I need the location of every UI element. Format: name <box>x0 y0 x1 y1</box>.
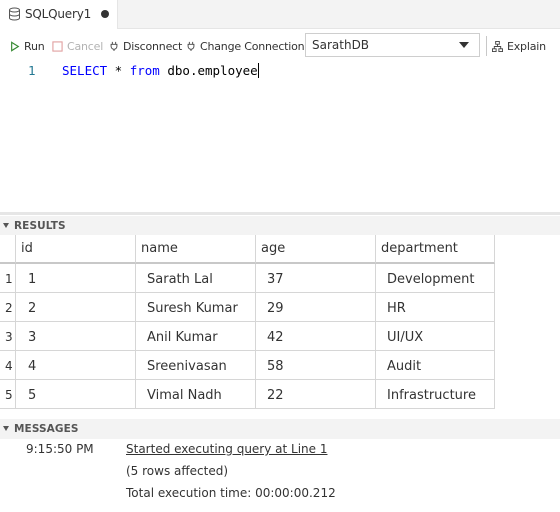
table-cell-age[interactable]: 42 <box>256 322 376 351</box>
table-cell-id[interactable]: 4 <box>16 351 136 380</box>
pane-splitter[interactable] <box>0 212 560 215</box>
database-file-icon <box>9 7 20 21</box>
row-number[interactable]: 2 <box>0 293 16 322</box>
code-star: * <box>107 63 130 78</box>
connection-dropdown[interactable]: SarathDB <box>305 33 480 57</box>
message-timestamp: 9:15:50 PM <box>26 442 94 456</box>
unsaved-dot-icon[interactable] <box>101 10 109 18</box>
messages-title: MESSAGES <box>14 423 79 435</box>
row-number[interactable]: 3 <box>0 322 16 351</box>
tab-title: SQLQuery1 <box>25 7 92 21</box>
chevron-down-icon <box>459 42 469 48</box>
change-connection-label: Change Connection <box>200 39 305 53</box>
text-cursor <box>257 63 260 78</box>
stop-icon <box>52 40 63 52</box>
table-cell-age[interactable]: 58 <box>256 351 376 380</box>
table-cell-age[interactable]: 37 <box>256 264 376 293</box>
table-cell-department[interactable]: Audit <box>376 351 495 380</box>
collapse-caret-icon <box>3 223 9 228</box>
code-line[interactable]: SELECT * from dbo.employee <box>62 63 260 78</box>
results-header[interactable]: RESULTS <box>0 216 560 236</box>
row-number[interactable]: 1 <box>0 264 16 293</box>
message-rows-affected: (5 rows affected) <box>126 464 229 478</box>
column-header-department[interactable]: department <box>376 235 495 264</box>
run-label: Run <box>24 39 45 53</box>
row-number[interactable]: 4 <box>0 351 16 380</box>
keyword-from: from <box>129 63 160 78</box>
table-cell-id[interactable]: 2 <box>16 293 136 322</box>
explain-button[interactable]: Explain <box>492 38 546 54</box>
row-number[interactable]: 5 <box>0 380 16 409</box>
toolbar-separator <box>486 36 487 56</box>
cancel-label: Cancel <box>67 39 104 53</box>
plug-connection-icon <box>187 41 195 51</box>
disconnect-label: Disconnect <box>123 39 183 53</box>
table-cell-name[interactable]: Vimal Nadh <box>136 380 256 409</box>
play-icon <box>11 40 20 52</box>
table-cell-department[interactable]: UI/UX <box>376 322 495 351</box>
keyword-select: SELECT <box>62 63 108 78</box>
column-header-age[interactable]: age <box>256 235 376 264</box>
table-cell-id[interactable]: 1 <box>16 264 136 293</box>
table-cell-id[interactable]: 3 <box>16 322 136 351</box>
tab-sqlquery1[interactable]: SQLQuery1 <box>0 0 118 29</box>
explain-label: Explain <box>507 39 546 53</box>
run-button[interactable]: Run <box>10 38 45 54</box>
table-cell-name[interactable]: Suresh Kumar <box>136 293 256 322</box>
table-cell-age[interactable]: 29 <box>256 293 376 322</box>
grid-empty-area <box>495 235 560 409</box>
results-title: RESULTS <box>14 220 66 232</box>
cancel-button[interactable]: Cancel <box>52 38 103 54</box>
disconnect-button[interactable]: Disconnect <box>109 38 182 54</box>
line-number: 1 <box>28 63 36 78</box>
column-header-id[interactable]: id <box>16 235 136 264</box>
table-cell-name[interactable]: Sreenivasan <box>136 351 256 380</box>
collapse-caret-icon <box>3 426 9 431</box>
table-cell-age[interactable]: 22 <box>256 380 376 409</box>
column-header-name[interactable]: name <box>136 235 256 264</box>
table-cell-department[interactable]: Infrastructure <box>376 380 495 409</box>
change-connection-button[interactable]: Change Connection <box>186 38 305 54</box>
messages-header[interactable]: MESSAGES <box>0 419 560 439</box>
table-cell-id[interactable]: 5 <box>16 380 136 409</box>
table-cell-department[interactable]: HR <box>376 293 495 322</box>
connection-value: SarathDB <box>312 38 370 52</box>
hierarchy-icon <box>492 40 503 52</box>
table-cell-name[interactable]: Sarath Lal <box>136 264 256 293</box>
table-cell-name[interactable]: Anil Kumar <box>136 322 256 351</box>
plug-icon <box>110 41 118 51</box>
message-started-link[interactable]: Started executing query at Line 1 <box>126 442 327 456</box>
query-editor[interactable]: 1 SELECT * from dbo.employee <box>0 60 560 212</box>
tab-bar: SQLQuery1 <box>0 0 560 29</box>
code-table: dbo.employee <box>159 63 258 78</box>
table-cell-department[interactable]: Development <box>376 264 495 293</box>
row-number-header <box>0 235 16 264</box>
message-execution-time: Total execution time: 00:00:00.212 <box>126 486 336 500</box>
